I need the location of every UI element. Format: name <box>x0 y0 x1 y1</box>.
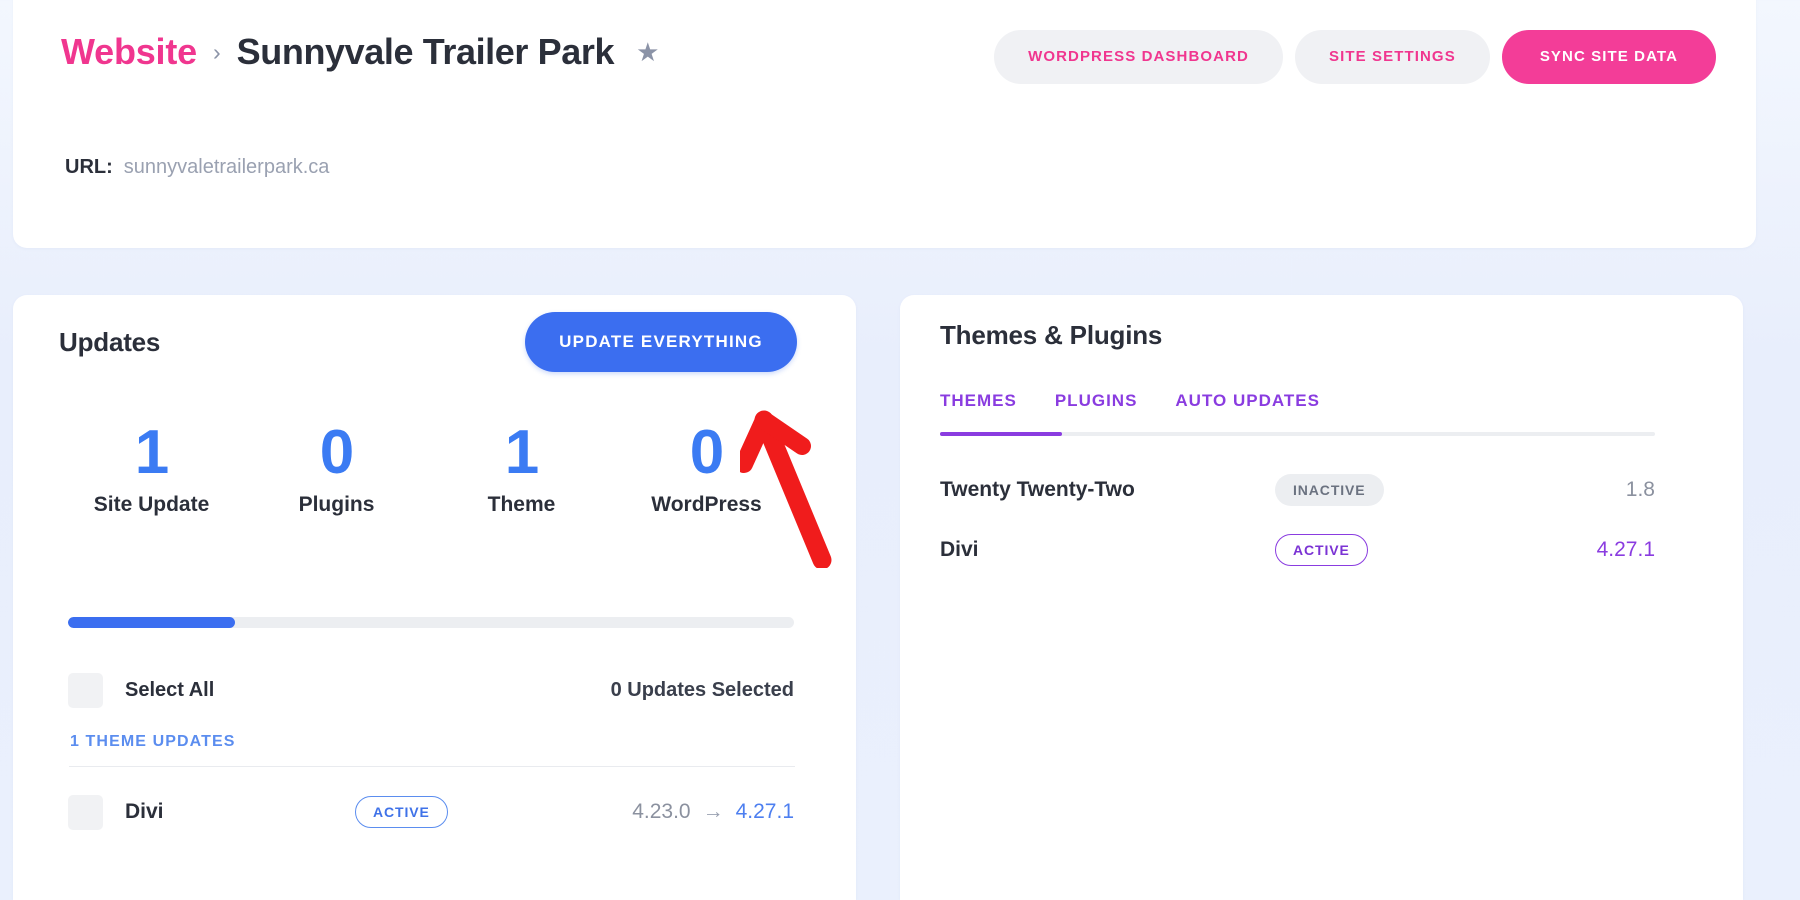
stat-wordpress: 0 WordPress <box>614 420 799 517</box>
update-stats-row: 1 Site Update 0 Plugins 1 Theme 0 WordPr… <box>59 420 799 517</box>
stat-site-update: 1 Site Update <box>59 420 244 517</box>
updates-progress-bar <box>68 617 794 628</box>
stat-theme: 1 Theme <box>429 420 614 517</box>
list-item: Divi ACTIVE 4.27.1 <box>940 518 1655 582</box>
updates-progress-fill <box>68 617 235 628</box>
breadcrumb: Website › Sunnyvale Trailer Park ★ <box>61 31 659 73</box>
page-title: Sunnyvale Trailer Park <box>236 31 615 72</box>
version-new: 4.27.1 <box>735 800 794 823</box>
url-value[interactable]: sunnyvaletrailerpark.ca <box>124 156 330 179</box>
sync-site-data-button[interactable]: SYNC SITE DATA <box>1501 30 1716 84</box>
select-all-row: Select All 0 Updates Selected <box>68 658 794 722</box>
url-label: URL: <box>65 156 113 178</box>
version-old: 4.23.0 <box>632 800 691 823</box>
tab-plugins[interactable]: PLUGINS <box>1055 391 1138 427</box>
stat-label: WordPress <box>651 493 762 517</box>
themes-plugins-tabs: THEMES PLUGINS AUTO UPDATES <box>940 391 1655 427</box>
site-header-card: Website › Sunnyvale Trailer Park ★ WORDP… <box>13 0 1756 248</box>
version-change: 4.23.0 → 4.27.1 <box>632 800 794 824</box>
theme-version: 4.27.1 <box>1596 538 1655 561</box>
row-name: Divi <box>125 800 164 823</box>
stat-value: 0 <box>689 418 724 487</box>
updates-card: Updates UPDATE EVERYTHING 1 Site Update … <box>13 295 856 900</box>
breadcrumb-root-link[interactable]: Website <box>61 31 197 73</box>
status-badge: INACTIVE <box>1275 474 1384 506</box>
theme-version: 1.8 <box>1625 478 1655 501</box>
site-url-row: URL: sunnyvaletrailerpark.ca <box>65 156 329 179</box>
theme-name: Twenty Twenty-Two <box>940 478 1135 501</box>
star-icon[interactable]: ★ <box>636 39 659 65</box>
themes-plugins-card-title: Themes & Plugins <box>940 320 1163 350</box>
theme-updates-group-heading: 1 THEME UPDATES <box>70 733 236 750</box>
stat-value: 0 <box>319 418 354 487</box>
updates-selected-count: 0 Updates Selected <box>610 678 794 701</box>
list-item: Twenty Twenty-Two INACTIVE 1.8 <box>940 458 1655 522</box>
stat-label: Site Update <box>93 493 210 517</box>
site-settings-button[interactable]: SITE SETTINGS <box>1294 30 1490 84</box>
updates-card-title: Updates <box>59 327 161 357</box>
table-row: Divi ACTIVE 4.23.0 → 4.27.1 <box>68 777 794 847</box>
select-all-checkbox[interactable] <box>68 672 103 708</box>
row-checkbox[interactable] <box>68 794 103 830</box>
arrow-right-icon: → <box>702 800 724 823</box>
tab-auto-updates[interactable]: AUTO UPDATES <box>1175 391 1320 427</box>
stat-value: 1 <box>504 418 539 487</box>
wordpress-dashboard-button[interactable]: WORDPRESS DASHBOARD <box>994 30 1283 84</box>
tab-underline-track <box>940 432 1655 436</box>
stat-value: 1 <box>134 418 169 487</box>
tab-underline-fill <box>940 432 1062 436</box>
chevron-right-icon: › <box>212 38 221 65</box>
row-divider <box>69 766 795 767</box>
update-everything-button[interactable]: UPDATE EVERYTHING <box>525 312 797 372</box>
select-all-label: Select All <box>125 678 215 701</box>
theme-name: Divi <box>940 538 979 561</box>
header-actions: WORDPRESS DASHBOARD SITE SETTINGS SYNC S… <box>994 30 1716 84</box>
stat-label: Theme <box>487 493 556 517</box>
themes-plugins-card: Themes & Plugins THEMES PLUGINS AUTO UPD… <box>900 295 1743 900</box>
tab-themes[interactable]: THEMES <box>940 391 1017 427</box>
status-badge: ACTIVE <box>1275 534 1368 566</box>
stat-plugins: 0 Plugins <box>244 420 429 517</box>
status-badge: ACTIVE <box>355 796 448 828</box>
stat-label: Plugins <box>298 493 375 517</box>
